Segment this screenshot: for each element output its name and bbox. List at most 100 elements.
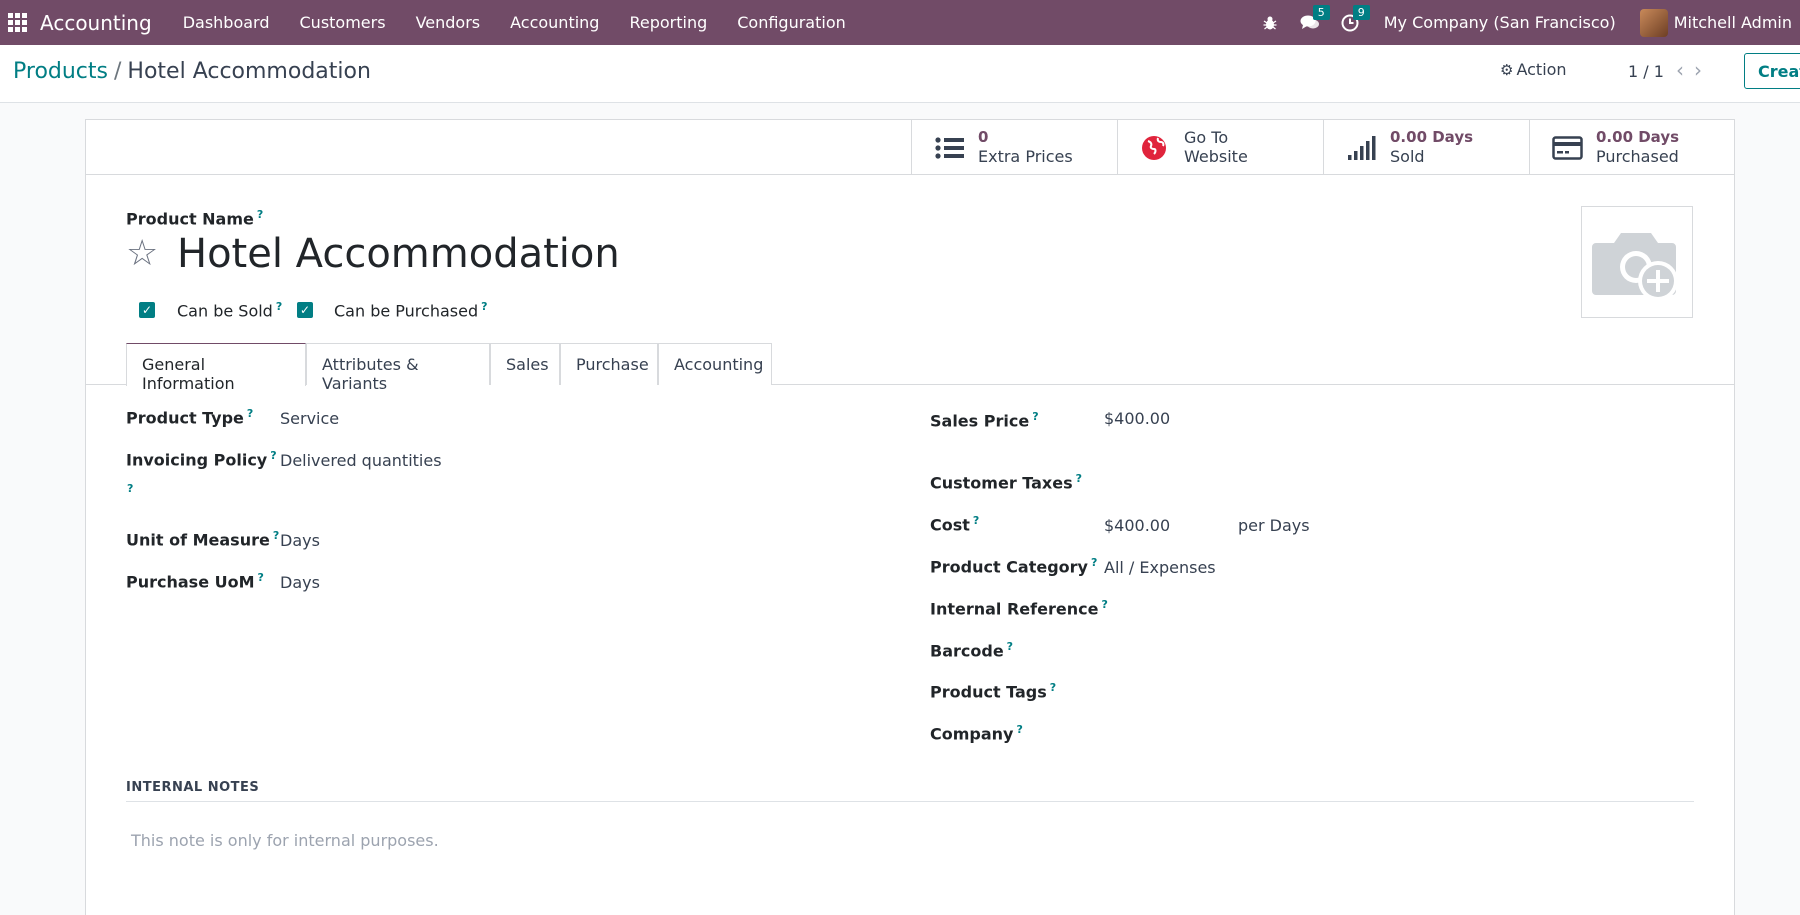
help-icon[interactable]: ? <box>247 407 253 420</box>
form-sheet: 0 Extra Prices Go To Website 0.00 Days Sold… <box>85 119 1735 915</box>
breadcrumb-products-link[interactable]: Products <box>13 59 108 84</box>
help-icon[interactable]: ? <box>257 208 263 221</box>
help-icon[interactable]: ? <box>270 449 276 462</box>
internal-reference-label: Internal Reference? <box>930 598 1108 619</box>
cost-field[interactable]: $400.00 <box>1104 516 1170 535</box>
debug-bug-icon[interactable] <box>1250 0 1290 45</box>
tab-accounting[interactable]: Accounting <box>658 343 772 385</box>
internal-notes-divider <box>126 801 1694 802</box>
menu-vendors[interactable]: Vendors <box>401 13 496 32</box>
action-label: Action <box>1516 60 1567 79</box>
menu-configuration[interactable]: Configuration <box>722 13 861 32</box>
extra-prices-button[interactable]: 0 Extra Prices <box>911 120 1117 175</box>
activities-clock-icon[interactable]: 9 <box>1330 0 1370 45</box>
breadcrumb: Products / Hotel Accommodation <box>13 59 371 84</box>
pager-previous-icon[interactable]: ‹ <box>1676 58 1694 82</box>
help-icon[interactable]: ? <box>481 300 487 313</box>
extra-prices-value: 0 <box>978 128 989 146</box>
action-menu-button[interactable]: ⚙ Action <box>1500 60 1567 79</box>
tab-attributes-variants[interactable]: Attributes & Variants <box>306 343 490 393</box>
user-avatar[interactable] <box>1639 8 1668 37</box>
can-be-purchased-checkbox[interactable]: ✓ <box>297 302 313 318</box>
top-navbar: Accounting Dashboard Customers Vendors A… <box>0 0 1800 45</box>
invoicing-policy-label: Invoicing Policy? <box>126 449 277 470</box>
menu-dashboard[interactable]: Dashboard <box>168 13 285 32</box>
help-icon[interactable]: ? <box>273 529 279 542</box>
help-icon[interactable]: ? <box>1050 681 1056 694</box>
unnamed-field-label: ? <box>124 482 133 502</box>
control-panel: Products / Hotel Accommodation ⚙ Action 1 /… <box>0 45 1800 103</box>
pager-next-icon[interactable]: › <box>1694 58 1712 82</box>
help-icon[interactable]: ? <box>1007 640 1013 653</box>
unit-of-measure-field[interactable]: Days <box>280 531 320 550</box>
globe-icon <box>1142 136 1166 160</box>
product-name-label: Product Name? <box>126 208 264 229</box>
sales-price-label: Sales Price? <box>930 410 1039 431</box>
customer-taxes-label: Customer Taxes? <box>930 472 1083 493</box>
can-be-sold-checkbox[interactable]: ✓ <box>139 302 155 318</box>
apps-menu-icon[interactable] <box>0 0 34 45</box>
purchase-uom-field[interactable]: Days <box>280 573 320 592</box>
user-menu[interactable]: Mitchell Admin <box>1674 13 1792 32</box>
product-name-input[interactable]: Hotel Accommodation <box>177 231 620 277</box>
app-brand[interactable]: Accounting <box>40 11 152 35</box>
purchased-label: Purchased <box>1596 147 1679 166</box>
help-icon[interactable]: ? <box>276 300 282 313</box>
go-to-website-button[interactable]: Go To Website <box>1117 120 1323 175</box>
company-switcher[interactable]: My Company (San Francisco) <box>1384 13 1616 32</box>
product-category-field[interactable]: All / Expenses <box>1104 558 1216 577</box>
unit-of-measure-label: Unit of Measure? <box>126 529 280 550</box>
gear-icon: ⚙ <box>1500 61 1514 79</box>
sold-label: Sold <box>1390 147 1425 166</box>
create-button[interactable]: Creat <box>1744 53 1800 89</box>
product-type-label: Product Type? <box>126 407 254 428</box>
help-icon[interactable]: ? <box>1032 410 1038 423</box>
activities-badge: 9 <box>1352 5 1370 20</box>
tab-purchase[interactable]: Purchase <box>560 343 658 385</box>
help-icon[interactable]: ? <box>1091 556 1097 569</box>
internal-notes-title: INTERNAL NOTES <box>126 780 260 795</box>
help-icon[interactable]: ? <box>1076 472 1082 485</box>
menu-customers[interactable]: Customers <box>285 13 401 32</box>
pager-arrows: ‹› <box>1676 58 1712 82</box>
messages-icon[interactable]: 5 <box>1290 0 1330 45</box>
purchased-button[interactable]: 0.00 Days Purchased <box>1529 120 1735 175</box>
purchase-uom-label: Purchase UoM? <box>126 571 264 592</box>
sold-value: 0.00 Days <box>1390 128 1474 146</box>
product-category-label: Product Category? <box>930 556 1098 577</box>
credit-card-icon <box>1552 136 1583 160</box>
can-be-sold-label: Can be Sold? <box>177 300 283 321</box>
help-icon[interactable]: ? <box>127 482 133 495</box>
barcode-label: Barcode? <box>930 640 1014 661</box>
internal-notes-editor[interactable]: This note is only for internal purposes. <box>131 831 439 850</box>
cost-label: Cost? <box>930 514 980 535</box>
smart-button-box: 0 Extra Prices Go To Website 0.00 Days Sold… <box>86 120 1734 175</box>
cost-unit: per Days <box>1238 516 1310 535</box>
menu-accounting[interactable]: Accounting <box>495 13 614 32</box>
help-icon[interactable]: ? <box>1101 598 1107 611</box>
website-label: Website <box>1184 147 1248 166</box>
sold-button[interactable]: 0.00 Days Sold <box>1323 120 1529 175</box>
product-type-field[interactable]: Service <box>280 409 339 428</box>
notebook-tabs: General Information Attributes & Variant… <box>86 343 1734 393</box>
pager-value[interactable]: 1 / 1 <box>1628 62 1664 81</box>
tab-sales[interactable]: Sales <box>490 343 560 385</box>
help-icon[interactable]: ? <box>973 514 979 527</box>
camera-plus-icon <box>1592 233 1678 301</box>
help-icon[interactable]: ? <box>1016 723 1022 736</box>
product-image-upload[interactable] <box>1581 206 1693 318</box>
menu-reporting[interactable]: Reporting <box>614 13 722 32</box>
purchased-value: 0.00 Days <box>1596 128 1680 146</box>
invoicing-policy-field[interactable]: Delivered quantities <box>280 451 442 470</box>
extra-prices-label: Extra Prices <box>978 147 1073 166</box>
signal-icon <box>1348 136 1376 160</box>
company-label: Company? <box>930 723 1023 744</box>
can-be-purchased-label: Can be Purchased? <box>334 300 488 321</box>
favorite-star-icon[interactable]: ☆ <box>126 234 158 274</box>
help-icon[interactable]: ? <box>258 571 264 584</box>
sales-price-field[interactable]: $400.00 <box>1104 409 1170 428</box>
breadcrumb-current: Hotel Accommodation <box>127 59 371 84</box>
messages-badge: 5 <box>1312 5 1330 20</box>
list-icon <box>935 137 964 159</box>
tab-general-information[interactable]: General Information <box>126 343 306 393</box>
